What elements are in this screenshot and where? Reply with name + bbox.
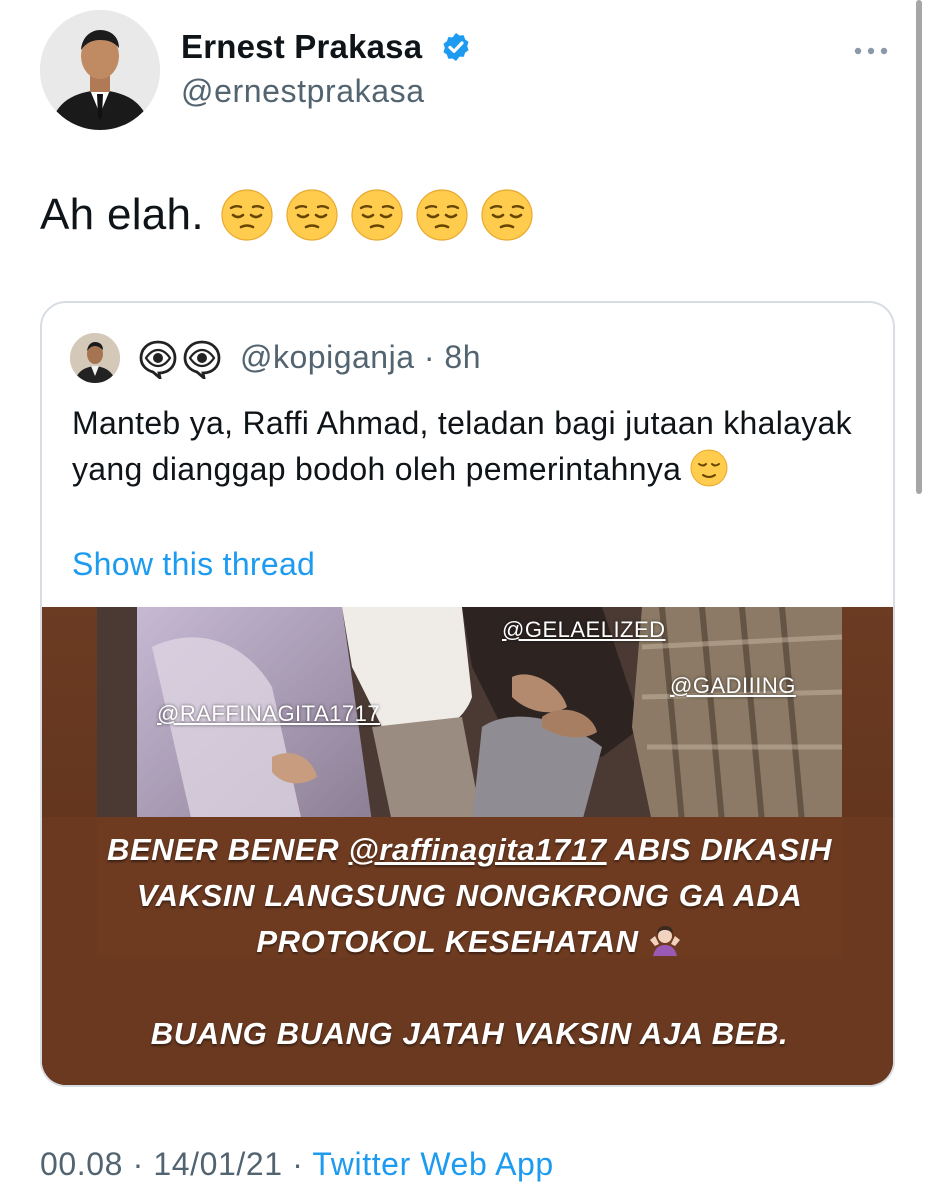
verified-badge-icon	[443, 33, 469, 61]
pensive-face-icon	[416, 189, 468, 241]
quoted-text-content: Manteb ya, Raffi Ahmad, teladan bagi jut…	[72, 405, 852, 487]
pensive-face-icon	[351, 189, 403, 241]
relieved-face-icon	[690, 449, 728, 487]
pensive-face-icon	[221, 189, 273, 241]
caption-line1-a: BENER BENER	[107, 832, 349, 867]
tweet-source-link[interactable]: Twitter Web App	[312, 1146, 553, 1182]
tweet-date[interactable]: 14/01/21	[153, 1146, 282, 1182]
tweet-text: Ah elah.	[40, 188, 534, 242]
tag-raffinagita: @RAFFINAGITA1717	[157, 701, 381, 726]
quoted-handle[interactable]: @kopiganja	[240, 339, 414, 375]
author-name[interactable]: Ernest Prakasa	[181, 28, 422, 66]
scrollbar-thumb[interactable]	[916, 0, 922, 494]
caption-line3-text: PROTOKOL KESEHATAN	[256, 924, 639, 959]
scrollbar[interactable]	[916, 0, 929, 500]
more-options-icon[interactable]	[851, 40, 891, 62]
pensive-face-icon	[481, 189, 533, 241]
caption-mention: @raffinagita1717	[348, 832, 607, 867]
tweet-emoji-row	[220, 188, 534, 242]
tweet-time[interactable]: 00.08	[40, 1146, 123, 1182]
person-shrugging-icon	[649, 926, 680, 956]
quoted-tweet-media[interactable]: @GELAELIZED @GADIIING @RAFFINAGITA1717 B…	[42, 607, 893, 1085]
tag-gelaelized: @GELAELIZED	[502, 617, 666, 642]
pensive-face-icon	[286, 189, 338, 241]
author-avatar[interactable]	[40, 10, 160, 130]
tag-gadiing: @GADIIING	[670, 673, 796, 698]
caption-line1-b: ABIS DIKASIH	[606, 832, 832, 867]
quoted-tweet-card[interactable]: @kopiganja · 8h Manteb ya, Raffi Ahmad, …	[40, 301, 895, 1087]
author-handle[interactable]: @ernestprakasa	[181, 73, 425, 110]
tweet-text-content: Ah elah.	[40, 190, 204, 239]
media-caption-line-2: VAKSIN LANGSUNG NONGKRONG GA ADA	[136, 878, 803, 913]
media-caption-line-1: BENER BENER @raffinagita1717 ABIS DIKASI…	[42, 827, 893, 873]
meta-separator: ·	[423, 339, 436, 375]
quoted-time[interactable]: 8h	[444, 339, 481, 375]
media-caption-line-3: PROTOKOL KESEHATAN	[42, 919, 893, 965]
quoted-tweet-meta: @kopiganja · 8h	[240, 339, 481, 376]
footer-separator-2: ·	[292, 1146, 304, 1182]
eye-in-speech-bubble-icon	[139, 340, 177, 379]
eye-in-speech-bubble-icon	[183, 340, 221, 379]
media-caption-line-4: BUANG BUANG JATAH VAKSIN AJA BEB.	[150, 1016, 789, 1051]
tweet-footer: 00.08 · 14/01/21 · Twitter Web App	[40, 1146, 554, 1183]
quoted-author-avatar[interactable]	[70, 333, 120, 383]
show-thread-link[interactable]: Show this thread	[72, 546, 315, 583]
footer-separator-1: ·	[132, 1146, 144, 1182]
quoted-tweet-text: Manteb ya, Raffi Ahmad, teladan bagi jut…	[72, 400, 862, 492]
quoted-avatar-photo-icon	[70, 333, 120, 383]
avatar-photo-icon	[40, 10, 160, 130]
